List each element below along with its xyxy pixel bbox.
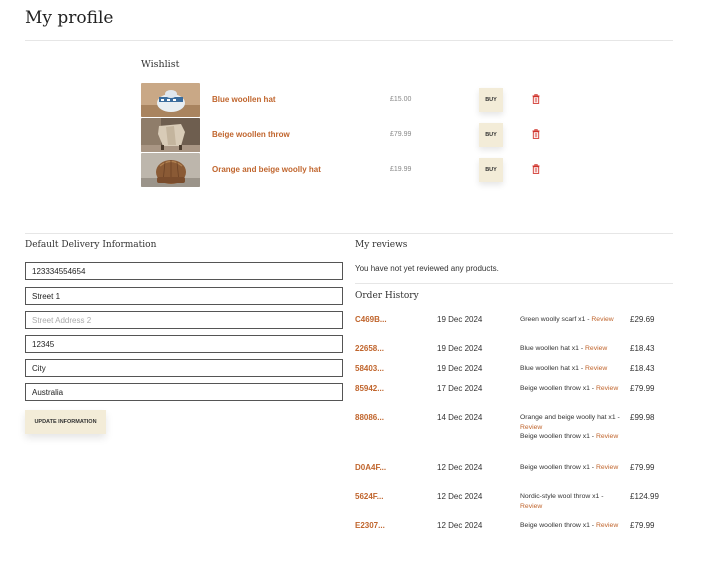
order-id-link[interactable]: 22658... — [355, 344, 384, 353]
order-items: Green woolly scarf x1 - Review — [520, 315, 620, 325]
order-items: Nordic-style wool throw x1 - Review — [520, 492, 620, 511]
order-id-link[interactable]: 5624F... — [355, 492, 383, 501]
product-image-beige-throw[interactable] — [141, 118, 200, 152]
order-date: 19 Dec 2024 — [437, 315, 483, 324]
review-link[interactable]: Review — [596, 522, 618, 529]
order-date: 12 Dec 2024 — [437, 463, 483, 472]
order-id-link[interactable]: 88086... — [355, 413, 384, 422]
review-link[interactable]: Review — [520, 503, 542, 510]
review-link[interactable]: Review — [520, 424, 542, 431]
delivery-heading: Default Delivery Information — [25, 240, 157, 250]
wishlist-item: Blue woollen hat £15.00 BUY — [141, 83, 561, 117]
order-item-text: Orange and beige woolly hat x1 - — [520, 414, 620, 421]
order-total: £79.99 — [630, 384, 655, 393]
update-information-button[interactable]: UPDATE INFORMATION — [25, 410, 106, 434]
reviews-empty-text: You have not yet reviewed any products. — [355, 264, 499, 273]
order-id-link[interactable]: 58403... — [355, 364, 384, 373]
buy-button[interactable]: BUY — [479, 88, 503, 112]
product-image-orange-hat[interactable] — [141, 153, 200, 187]
order-total: £79.99 — [630, 463, 655, 472]
product-image-blue-hat[interactable] — [141, 83, 200, 117]
phone-field[interactable] — [25, 262, 343, 280]
order-items: Beige woollen throw x1 - Review — [520, 384, 620, 394]
order-id-link[interactable]: 85942... — [355, 384, 384, 393]
buy-button[interactable]: BUY — [479, 158, 503, 182]
order-item-text: Green woolly scarf x1 - — [520, 316, 592, 323]
order-item-text: Blue woollen hat x1 - — [520, 365, 585, 372]
trash-icon[interactable] — [532, 164, 540, 174]
review-link[interactable]: Review — [596, 433, 618, 440]
order-total: £18.43 — [630, 344, 655, 353]
street-address-2-field[interactable] — [25, 311, 343, 329]
review-link[interactable]: Review — [591, 316, 613, 323]
order-total: £29.69 — [630, 315, 655, 324]
section-divider — [25, 233, 673, 234]
street-address-1-field[interactable] — [25, 287, 343, 305]
order-total: £79.99 — [630, 521, 655, 530]
wishlist-item-name[interactable]: Orange and beige woolly hat — [212, 165, 321, 174]
wishlist-item: Orange and beige woolly hat £19.99 BUY — [141, 153, 561, 187]
order-items: Orange and beige woolly hat x1 - Review … — [520, 413, 620, 442]
review-link[interactable]: Review — [585, 345, 607, 352]
country-field[interactable] — [25, 383, 343, 401]
order-id-link[interactable]: C469B... — [355, 315, 387, 324]
wishlist-item-price: £19.99 — [390, 166, 412, 173]
city-field[interactable] — [25, 359, 343, 377]
order-date: 19 Dec 2024 — [437, 364, 483, 373]
order-item-text: Beige woollen throw x1 - — [520, 522, 596, 529]
header-divider — [25, 40, 673, 41]
review-link[interactable]: Review — [585, 365, 607, 372]
wishlist-heading: Wishlist — [141, 59, 180, 70]
order-total: £99.98 — [630, 413, 655, 422]
order-history-heading: Order History — [355, 291, 419, 301]
trash-icon[interactable] — [532, 129, 540, 139]
order-date: 19 Dec 2024 — [437, 344, 483, 353]
page-title: My profile — [25, 8, 114, 28]
order-items: Beige woollen throw x1 - Review — [520, 521, 620, 531]
order-date: 12 Dec 2024 — [437, 521, 483, 530]
review-link[interactable]: Review — [596, 464, 618, 471]
order-total: £18.43 — [630, 364, 655, 373]
order-item-text: Blue woollen hat x1 - — [520, 345, 585, 352]
trash-icon[interactable] — [532, 94, 540, 104]
postcode-field[interactable] — [25, 335, 343, 353]
order-id-link[interactable]: D0A4F... — [355, 463, 386, 472]
order-date: 17 Dec 2024 — [437, 384, 483, 393]
wishlist-item-price: £79.99 — [390, 131, 412, 138]
buy-button[interactable]: BUY — [479, 123, 503, 147]
order-total: £124.99 — [630, 492, 659, 501]
order-items: Blue woollen hat x1 - Review — [520, 344, 630, 354]
wishlist-item: Beige woollen throw £79.99 BUY — [141, 118, 561, 152]
order-item-text: Beige woollen throw x1 - — [520, 464, 596, 471]
order-item-text: Beige woollen throw x1 - — [520, 385, 596, 392]
order-items: Blue woollen hat x1 - Review — [520, 364, 630, 374]
order-date: 12 Dec 2024 — [437, 492, 483, 501]
order-item-text: Nordic-style wool throw x1 - — [520, 493, 604, 500]
order-date: 14 Dec 2024 — [437, 413, 483, 422]
reviews-divider — [355, 283, 673, 284]
order-item-text: Beige woollen throw x1 - — [520, 433, 596, 440]
wishlist-item-price: £15.00 — [390, 96, 412, 103]
order-id-link[interactable]: E2307... — [355, 521, 385, 530]
wishlist-item-name[interactable]: Blue woollen hat — [212, 95, 276, 104]
wishlist-item-name[interactable]: Beige woollen throw — [212, 130, 290, 139]
order-items: Beige woollen throw x1 - Review — [520, 463, 620, 473]
review-link[interactable]: Review — [596, 385, 618, 392]
reviews-heading: My reviews — [355, 240, 408, 250]
